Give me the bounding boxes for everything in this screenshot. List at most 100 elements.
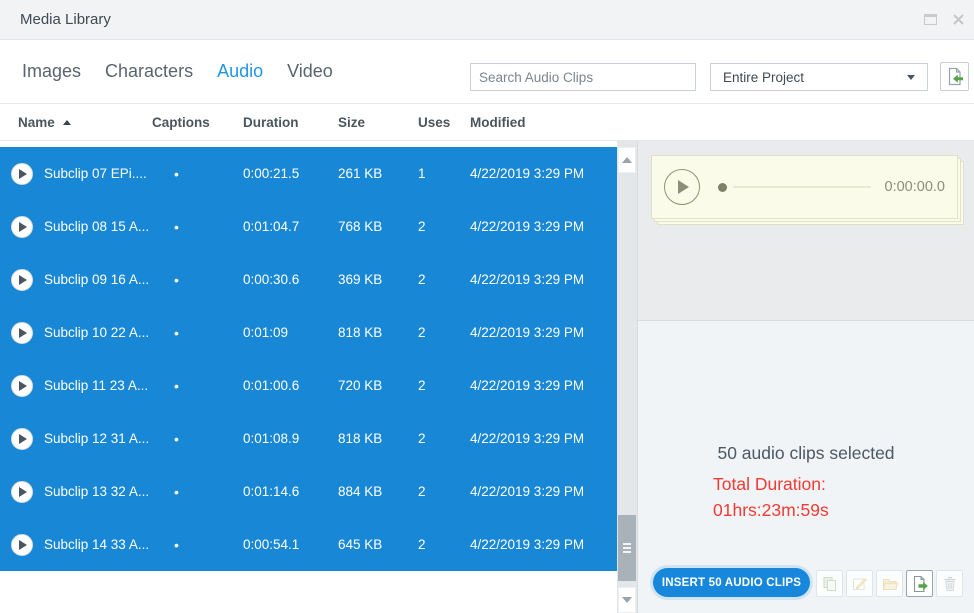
play-icon bbox=[19, 168, 27, 179]
export-button[interactable] bbox=[906, 570, 933, 597]
maximize-button[interactable] bbox=[922, 10, 938, 28]
table-row[interactable]: Subclip 14 33 A... • 0:00:54.1 645 KB 2 … bbox=[0, 518, 617, 571]
column-header-modified[interactable]: Modified bbox=[470, 104, 526, 140]
clip-uses: 2 bbox=[418, 219, 426, 234]
table-row[interactable]: Subclip 12 31 A... • 0:01:08.9 818 KB 2 … bbox=[0, 412, 617, 465]
delete-button[interactable] bbox=[936, 570, 963, 597]
play-icon bbox=[19, 221, 27, 232]
column-header-duration[interactable]: Duration bbox=[243, 104, 299, 140]
table-row[interactable]: Subclip 09 16 A... • 0:00:30.6 369 KB 2 … bbox=[0, 253, 617, 306]
row-play-button[interactable] bbox=[11, 321, 33, 344]
edit-icon bbox=[852, 577, 867, 590]
clip-modified: 4/22/2019 3:29 PM bbox=[470, 537, 585, 552]
clip-name: Subclip 14 33 A... bbox=[44, 537, 150, 552]
clip-uses: 1 bbox=[418, 166, 426, 181]
player-play-button[interactable] bbox=[664, 169, 700, 205]
clip-modified: 4/22/2019 3:29 PM bbox=[470, 272, 585, 287]
row-play-button[interactable] bbox=[11, 162, 33, 185]
clip-name: Subclip 08 15 A... bbox=[44, 219, 150, 234]
clip-duration: 0:00:30.6 bbox=[243, 272, 300, 287]
clip-modified: 4/22/2019 3:29 PM bbox=[470, 166, 585, 181]
preview-panel: 0:00:00.0 50 audio clips selected Total … bbox=[638, 141, 974, 613]
row-play-button[interactable] bbox=[11, 268, 33, 291]
clip-duration: 0:01:08.9 bbox=[243, 431, 300, 446]
sort-ascending-icon bbox=[62, 119, 71, 125]
clip-size: 818 KB bbox=[338, 325, 383, 340]
tab-characters[interactable]: Characters bbox=[105, 61, 193, 82]
column-header-name[interactable]: Name bbox=[18, 104, 71, 140]
arrow-up-icon bbox=[622, 157, 632, 163]
play-icon bbox=[19, 327, 27, 338]
tab-video[interactable]: Video bbox=[287, 61, 333, 82]
folder-icon bbox=[882, 578, 898, 590]
trash-icon bbox=[944, 576, 955, 591]
row-play-button[interactable] bbox=[11, 533, 33, 556]
clip-modified: 4/22/2019 3:29 PM bbox=[470, 325, 585, 340]
captions-indicator: • bbox=[174, 483, 179, 500]
clip-name: Subclip 10 22 A... bbox=[44, 325, 150, 340]
table-scrollbar[interactable] bbox=[617, 141, 637, 613]
clip-uses: 2 bbox=[418, 431, 426, 446]
insert-audio-clips-button[interactable]: INSERT 50 AUDIO CLIPS bbox=[653, 568, 810, 597]
open-folder-button[interactable] bbox=[876, 570, 903, 597]
captions-indicator: • bbox=[174, 165, 179, 182]
captions-indicator: • bbox=[174, 218, 179, 235]
play-icon bbox=[19, 433, 27, 444]
column-header-uses[interactable]: Uses bbox=[418, 104, 450, 140]
player-progress-dot[interactable] bbox=[718, 182, 727, 192]
arrow-down-icon bbox=[622, 597, 632, 603]
scroll-up-button[interactable] bbox=[618, 147, 636, 173]
tab-images[interactable]: Images bbox=[22, 61, 81, 82]
row-play-button[interactable] bbox=[11, 215, 33, 238]
table-row[interactable]: Subclip 13 32 A... • 0:01:14.6 884 KB 2 … bbox=[0, 465, 617, 518]
clip-duration: 0:01:09 bbox=[243, 325, 289, 340]
player-progress-track[interactable] bbox=[733, 186, 871, 188]
tab-bar: Images Characters Audio Video bbox=[22, 40, 333, 103]
selection-summary: 50 audio clips selected bbox=[717, 443, 895, 463]
player-elapsed-time: 0:00:00.0 bbox=[884, 179, 945, 195]
captions-indicator: • bbox=[174, 430, 179, 447]
clip-name: Subclip 07 EPi.... bbox=[44, 166, 147, 181]
clip-size: 818 KB bbox=[338, 431, 383, 446]
titlebar: Media Library bbox=[0, 0, 974, 40]
scroll-down-button[interactable] bbox=[618, 587, 636, 613]
column-header-size[interactable]: Size bbox=[338, 104, 365, 140]
clip-name: Subclip 09 16 A... bbox=[44, 272, 150, 287]
table-row[interactable]: Subclip 07 EPi.... • 0:00:21.5 261 KB 1 … bbox=[0, 147, 617, 200]
clip-uses: 2 bbox=[418, 378, 426, 393]
clip-modified: 4/22/2019 3:29 PM bbox=[470, 378, 585, 393]
row-play-button[interactable] bbox=[11, 374, 33, 397]
clip-duration: 0:01:04.7 bbox=[243, 219, 300, 234]
clip-uses: 2 bbox=[418, 325, 426, 340]
table-header: Name Captions Duration Size Uses Modifie… bbox=[0, 104, 974, 141]
close-button[interactable] bbox=[950, 10, 966, 28]
captions-indicator: • bbox=[174, 536, 179, 553]
chevron-down-icon bbox=[907, 74, 915, 80]
clip-duration: 0:01:14.6 bbox=[243, 484, 300, 499]
duplicate-button[interactable] bbox=[816, 570, 843, 597]
tab-audio[interactable]: Audio bbox=[217, 61, 263, 82]
window-controls bbox=[922, 10, 966, 28]
search-input[interactable] bbox=[470, 63, 696, 91]
import-media-button[interactable] bbox=[940, 62, 969, 91]
table-row[interactable]: Subclip 10 22 A... • 0:01:09 818 KB 2 4/… bbox=[0, 306, 617, 359]
play-icon bbox=[19, 539, 27, 550]
total-duration-label: Total Duration: bbox=[713, 474, 826, 494]
clip-name: Subclip 12 31 A... bbox=[44, 431, 150, 446]
scroll-thumb[interactable] bbox=[618, 515, 636, 581]
total-duration-value: 01hrs:23m:59s bbox=[713, 500, 829, 520]
edit-button[interactable] bbox=[846, 570, 873, 597]
maximize-icon bbox=[923, 13, 937, 25]
window-title: Media Library bbox=[20, 11, 111, 28]
clip-size: 369 KB bbox=[338, 272, 383, 287]
table-row[interactable]: Subclip 08 15 A... • 0:01:04.7 768 KB 2 … bbox=[0, 200, 617, 253]
clip-size: 884 KB bbox=[338, 484, 383, 499]
clip-uses: 2 bbox=[418, 272, 426, 287]
row-play-button[interactable] bbox=[11, 427, 33, 450]
row-play-button[interactable] bbox=[11, 480, 33, 503]
column-header-captions[interactable]: Captions bbox=[152, 104, 210, 140]
close-icon bbox=[952, 13, 964, 25]
table-row[interactable]: Subclip 11 23 A... • 0:01:00.6 720 KB 2 … bbox=[0, 359, 617, 412]
project-scope-dropdown[interactable]: Entire Project bbox=[710, 63, 928, 91]
selection-section: 50 audio clips selected Total Duration: … bbox=[638, 321, 974, 613]
